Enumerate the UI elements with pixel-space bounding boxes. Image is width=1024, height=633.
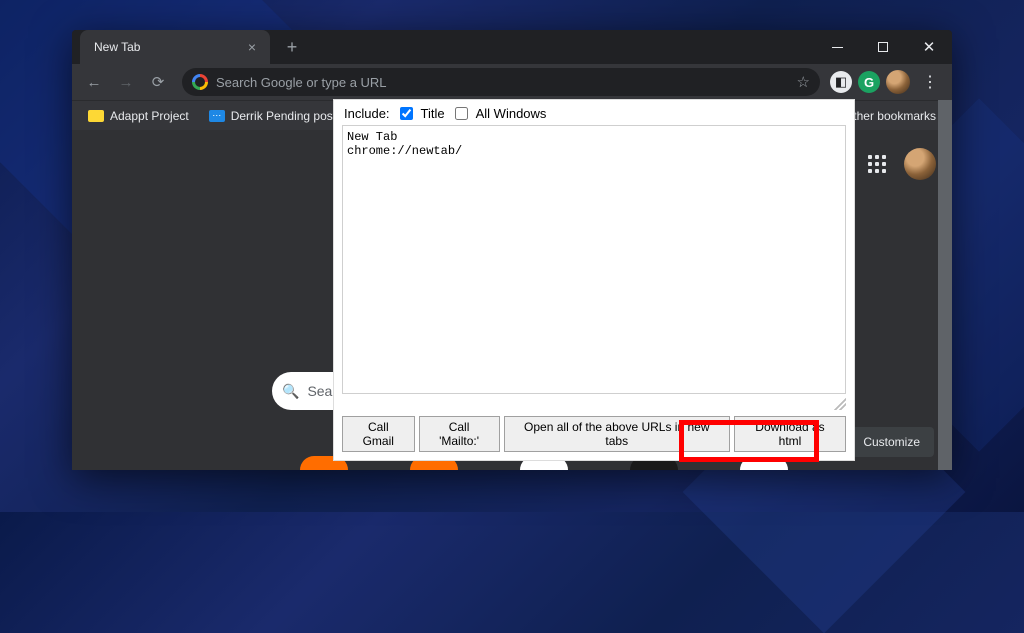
omnibox-placeholder: Search Google or type a URL <box>216 75 789 90</box>
search-text-fragment: Sea <box>307 383 332 399</box>
back-button[interactable]: ← <box>80 68 108 96</box>
forward-button[interactable]: → <box>112 68 140 96</box>
minimize-icon <box>832 47 843 48</box>
bookmark-label: Adappt Project <box>110 109 189 123</box>
popup-button-row: Call Gmail Call 'Mailto:' Open all of th… <box>334 412 854 460</box>
download-as-html-button[interactable]: Download as html <box>734 416 846 452</box>
urls-textarea[interactable] <box>342 125 846 394</box>
bookmark-icon <box>209 110 225 122</box>
folder-icon <box>88 110 104 122</box>
search-box[interactable]: 🔍 Sea <box>272 372 342 410</box>
extension-icon-grammarly[interactable]: G <box>858 71 880 93</box>
resize-handle-icon[interactable] <box>834 398 846 410</box>
close-window-button[interactable]: ✕ <box>906 30 952 64</box>
open-all-urls-button[interactable]: Open all of the above URLs in new tabs <box>504 416 730 452</box>
google-icon <box>192 74 208 90</box>
maximize-button[interactable] <box>860 30 906 64</box>
tab-title: New Tab <box>94 40 244 54</box>
customize-button[interactable]: Customize <box>849 427 934 457</box>
scrollbar-thumb[interactable] <box>938 100 952 470</box>
popup-header: Include: Title All Windows <box>334 100 854 125</box>
bookmark-label: Derrik Pending posts <box>231 109 342 123</box>
extension-icon-1[interactable]: ◧ <box>830 71 852 93</box>
extension-popup: Include: Title All Windows Call Gmail Ca… <box>334 100 854 460</box>
apps-grid-icon[interactable] <box>868 155 886 173</box>
omnibox[interactable]: Search Google or type a URL ☆ <box>182 68 820 96</box>
account-avatar[interactable] <box>904 148 936 180</box>
profile-avatar[interactable] <box>886 70 910 94</box>
title-checkbox[interactable] <box>400 107 413 120</box>
scrollbar[interactable] <box>938 100 952 470</box>
bookmark-star-icon[interactable]: ☆ <box>797 73 810 91</box>
call-mailto-button[interactable]: Call 'Mailto:' <box>419 416 500 452</box>
title-checkbox-label: Title <box>421 106 445 121</box>
tab-close-icon[interactable]: × <box>244 39 260 55</box>
all-windows-checkbox-label: All Windows <box>476 106 547 121</box>
bookmark-item-derrik[interactable]: Derrik Pending posts <box>201 105 350 127</box>
window-controls: ✕ <box>814 30 952 64</box>
search-icon: 🔍 <box>282 383 299 400</box>
include-label: Include: <box>344 106 390 121</box>
bookmark-item-adappt[interactable]: Adappt Project <box>80 105 197 127</box>
all-windows-checkbox[interactable] <box>455 107 468 120</box>
maximize-icon <box>878 42 888 52</box>
new-tab-button[interactable]: + <box>278 33 306 61</box>
reload-button[interactable]: ⟳ <box>144 68 172 96</box>
tab-new-tab[interactable]: New Tab × <box>80 30 270 64</box>
minimize-button[interactable] <box>814 30 860 64</box>
content-top-right <box>868 148 936 180</box>
toolbar: ← → ⟳ Search Google or type a URL ☆ ◧ G … <box>72 64 952 100</box>
call-gmail-button[interactable]: Call Gmail <box>342 416 415 452</box>
extension-area: ◧ G ⋮ <box>830 68 944 96</box>
menu-button[interactable]: ⋮ <box>916 68 944 96</box>
titlebar: New Tab × + ✕ <box>72 30 952 64</box>
